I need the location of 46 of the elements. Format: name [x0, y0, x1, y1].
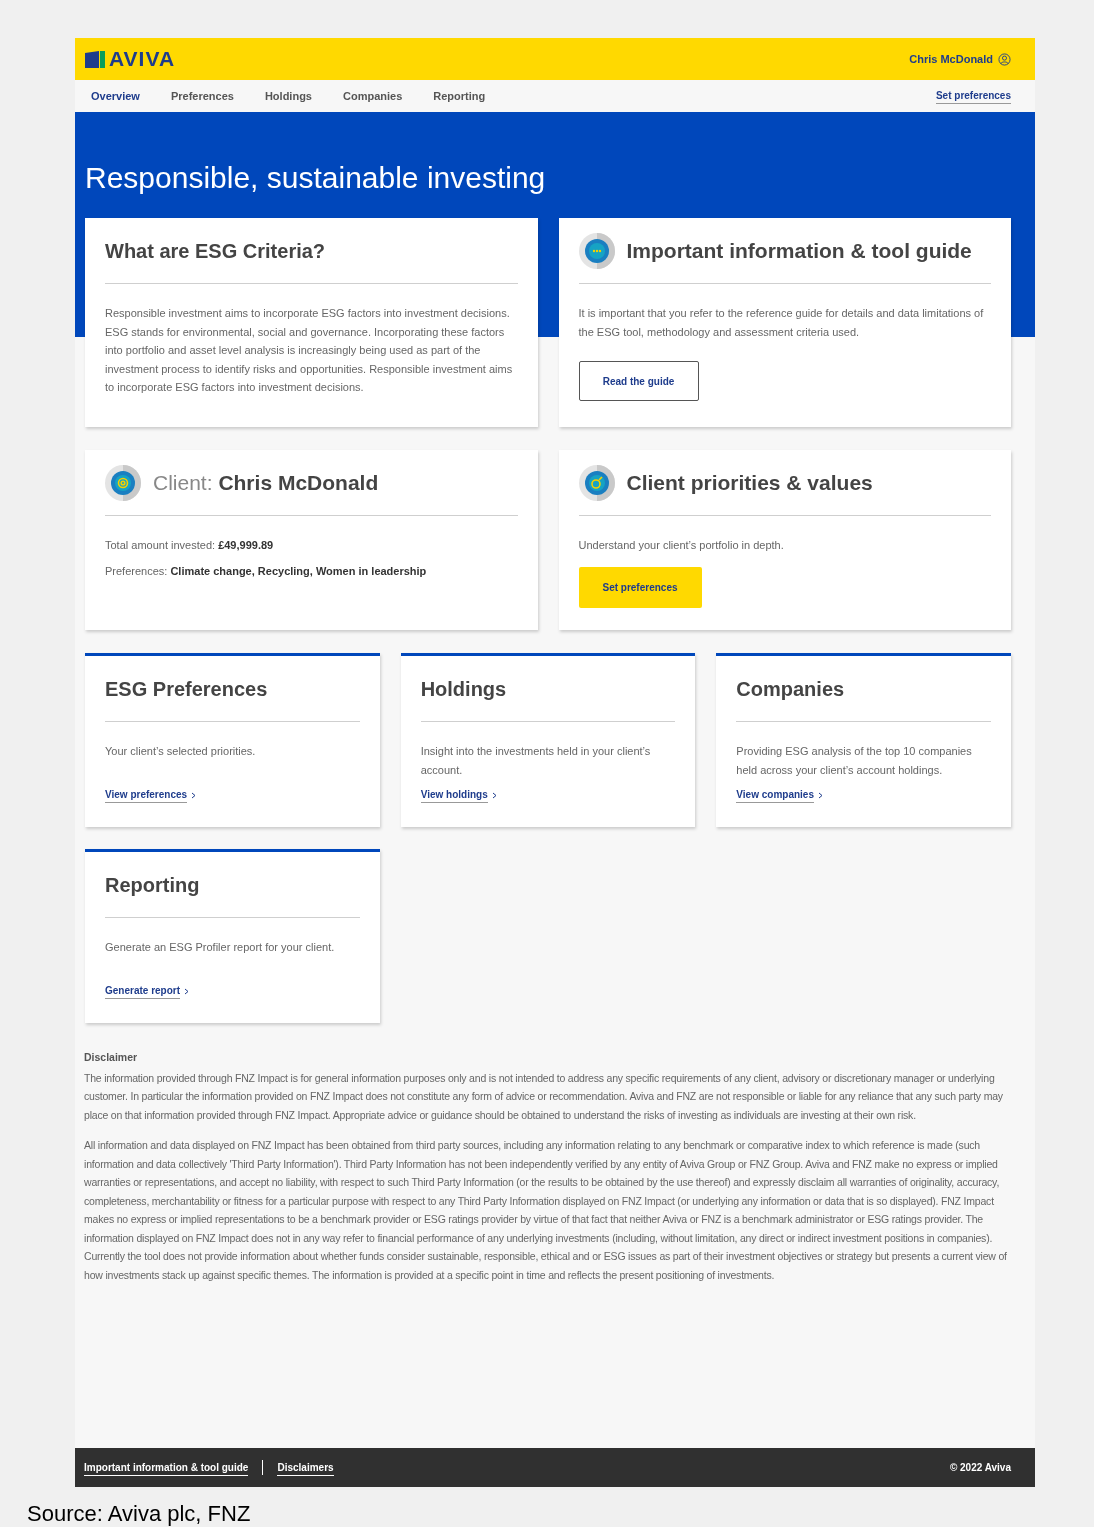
client-detail: Total amount invested: £49,999.89	[105, 538, 275, 553]
read-guide-button[interactable]: Read the guide	[578, 361, 699, 401]
set-preferences-link[interactable]: Set preferences	[935, 88, 1011, 104]
nav-tab[interactable]: Reporting	[433, 87, 486, 105]
footer-link[interactable]: Disclaimers	[277, 1459, 334, 1476]
card-title: What are ESG Criteria?	[105, 238, 326, 264]
card-text: Responsible investment aims to incorporate ESG factors into investment decisions. ESG stands for environmental, social and governance. Incorporating these factors into portfolio and asset level analysis is increasingly being used as part of the investment process to identify risks and opportunities. Responsible investment aims to incorporate ESG factors into investment decisions.	[105, 306, 514, 395]
card-text: Your client’s selected priorities.	[105, 744, 257, 759]
disclaimer-text: The information provided through FNZ Impact is for general information purposes only and is not intended to address any specific requirements of any client, advisory or discretionary manager or underlying customer. In particular the information provided on FNZ Impact does not constitute any form of advice or recommendation. Aviva and FNZ are not responsible or liable for any reliance that any such party may place on that information provided through FNZ Impact. Appropriate advice or guidance should be obtained to understand the risks of investing as individuals are investing at their own risk.	[84, 1070, 1004, 1123]
card-link[interactable]: View preferences	[105, 787, 188, 803]
card-text: Insight into the investments held in your client’s account.	[420, 744, 652, 778]
logo: AVIVA	[109, 46, 176, 73]
hero-title: Responsible, sustainable investing	[85, 160, 547, 196]
source-caption: Source: Aviva plc, FNZ	[27, 1500, 252, 1527]
card-title: Companies	[736, 676, 845, 702]
card-title: Reporting	[105, 872, 200, 898]
card-link[interactable]: Generate report	[105, 983, 181, 999]
client-detail: Preferences: Climate change, Recycling, Women in leadership	[105, 564, 428, 579]
card-text: It is important that you refer to the reference guide for details and data limitations of the ESG tool, methodology and assessment criteria used.	[578, 306, 985, 340]
user-icon[interactable]	[998, 52, 1011, 66]
card-link[interactable]: View holdings	[420, 787, 488, 803]
nav-tab[interactable]: Overview	[91, 87, 140, 105]
card-title: Important information & tool guide	[626, 237, 972, 264]
footer-link[interactable]: Important information & tool guide	[84, 1459, 249, 1476]
nav-tab[interactable]: Companies	[343, 87, 403, 105]
disclaimer-text: All information and data displayed on FNZ Impact has been obtained from third party sources, including any information relating to any benchmark or comparative index to which reference is made (such information and data collectively 'Third Party Information'). Third Party Information has not been independently verified by any entity of Aviva Group or FNZ Group. Aviva and FNZ make no express or implied warranties or representations, and accept no liability, with respect to such Third Party Information (or the results to be obtained by the use thereof) and expressly disclaim all warranties of originality, accuracy, completeness, merchantability or fitness for a particular purpose with respect to any Third Party Information displayed on FNZ Impact (or underlying any information or data that is so displayed). FNZ Impact makes no express or implied representations to be a benchmark provider or ESG ratings provider by virtue of that fact that neither Aviva or FNZ is a benchmark administrator or ESG ratings provider. The information displayed on FNZ Impact does not in any way refer to financial performance of any underlying investments (including, without limitation, any direct or indirect investment positions in companies). Currently the tool does not provide information about whether funds consider sustainable, responsible, ethical and or ESG issues as part of their investment objectives or strategy but presents a current view of how investments stack up against specific themes. The information is provided at a specific point in time and reflects the present positioning of investments.	[84, 1138, 1008, 1283]
card-title: Chris McDonald	[218, 470, 379, 494]
user-name[interactable]: Chris McDonald	[909, 50, 993, 68]
chevron-right-icon	[184, 987, 190, 995]
nav-tab[interactable]: Preferences	[170, 87, 234, 105]
copyright: © 2022 Aviva	[949, 1461, 1011, 1475]
card-title: Client priorities & values	[626, 469, 873, 496]
nav-tab[interactable]: Holdings	[264, 87, 312, 105]
chevron-right-icon	[491, 791, 497, 799]
card-link[interactable]: View companies	[736, 787, 814, 803]
chevron-right-icon	[191, 791, 197, 799]
card-text: Understand your client’s portfolio in depth.	[578, 538, 785, 553]
set-preferences-button[interactable]: Set preferences	[578, 566, 702, 608]
card-title-prefix: Client:	[153, 470, 213, 494]
card-title: ESG Preferences	[105, 676, 268, 702]
chevron-right-icon	[817, 791, 823, 799]
disclaimer-heading: Disclaimer	[84, 1050, 139, 1065]
card-text: Generate an ESG Profiler report for your client.	[105, 940, 336, 955]
card-text: Providing ESG analysis of the top 10 companies held across your client’s account holdings.	[736, 744, 973, 778]
card-title: Holdings	[420, 676, 507, 702]
logo-icon	[85, 50, 105, 68]
